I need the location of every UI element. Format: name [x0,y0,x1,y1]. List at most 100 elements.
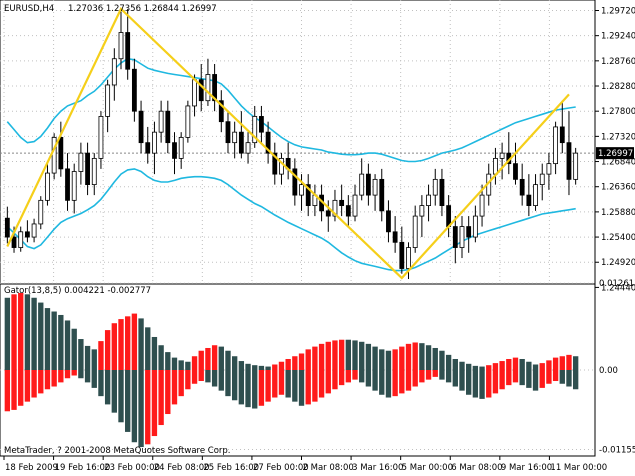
candle-bull [118,32,124,60]
gator-lower-bar [138,370,144,448]
gator-upper-bar [318,343,325,370]
gator-pane[interactable]: Gator(13,8,5) 0.004221 -0.002777 MetaTra… [0,282,596,457]
time-tick-label: 11 Mar 00:00 [550,463,607,473]
candle-bull [352,194,358,217]
gator-upper-bar [4,297,11,370]
gator-upper-bar [425,345,432,370]
gator-upper-bar [559,356,565,370]
candle-bull [98,116,104,159]
gator-lower-bar [425,370,432,380]
gator-upper-bar [278,361,285,370]
gator-lower-bar [539,370,545,388]
candle-bear [365,173,371,196]
gator-lower-bar [111,370,117,413]
gator-lower-bar [532,370,539,391]
gator-lower-bar [312,370,318,402]
gator-lower-bar [379,370,385,395]
candle-bull [178,137,184,159]
gator-lower-bar [546,370,552,384]
gator-upper-bar [572,356,579,370]
gator-lower-bar [191,370,198,384]
candle-bear [58,137,64,170]
candle-bull [539,173,545,186]
gator-lower-bar [305,370,311,405]
gator-lower-bar [318,370,325,398]
candle-bear [345,205,351,217]
candle-bull [205,74,211,102]
gator-lower-bar [78,370,84,379]
gator-upper-bar [24,294,31,370]
gator-upper-bar [165,352,171,370]
gator-upper-bar [118,319,124,370]
main-price-pane[interactable]: EURUSD,H4 1.27036 1.27356 1.26844 1.2699… [0,0,596,301]
gator-lower-bar [466,370,472,395]
gator-upper-bar [432,347,438,370]
gator-upper-bar [265,366,271,370]
gator-lower-bar [506,370,512,386]
gator-upper-bar [466,363,472,370]
gator-upper-bar [125,316,131,370]
gator-lower-bar [18,370,24,406]
gator-upper-bar [332,340,338,370]
metatrader-chart[interactable]: EURUSD,H4 1.27036 1.27356 1.26844 1.2699… [0,0,635,476]
candle-bull [426,194,431,206]
gator-upper-bar [18,292,24,370]
gator-upper-bar [51,311,57,370]
gator-upper-bar [506,358,512,370]
candle-bear [4,217,10,238]
gator-lower-bar [272,370,278,398]
gator-lower-bar [325,370,331,394]
price-tick-label: 1.26360 [601,183,635,193]
gator-upper-bar [472,365,479,370]
time-tick-label: 2 Mar 08:00 [303,463,354,473]
gator-lower-bar [459,370,465,391]
price-tick-label: 1.25880 [601,208,635,218]
gator-lower-bar [252,370,258,409]
gator-upper-bar [532,364,539,370]
gator-lower-bar [118,370,124,423]
time-tick-label: 25 Feb 16:00 [203,463,259,473]
time-tick-label: 5 Mar 00:00 [402,463,453,473]
gator-lower-bar [445,370,452,383]
price-tick-label: 1.27800 [601,107,635,117]
price-tick-label: 1.27320 [601,132,635,142]
gator-upper-bar [185,361,191,370]
candle-bull [158,110,164,133]
candle-bull [38,199,44,225]
gator-lower-bar [566,370,572,387]
gator-lower-bar [38,370,44,394]
gator-upper-bar [412,342,418,370]
gator-lower-bar [486,370,492,398]
price-tick-label: 1.28760 [601,57,635,67]
gator-lower-bar [439,370,445,380]
candle-bear [85,152,90,186]
gator-lower-bar [245,370,251,408]
gator-lower-bar [178,370,184,397]
time-tick-label: 3 Mar 16:00 [352,463,403,473]
gator-lower-bar [64,370,71,379]
candle-bear [131,68,137,112]
gator-lower-bar [359,370,365,383]
candle-bull [573,152,579,180]
candle-bull [479,194,485,217]
candle-bear [225,121,231,144]
gator-upper-bar [305,349,311,370]
gator-upper-bar [205,347,211,370]
gator-upper-bar [151,336,158,370]
gator-lower-bar [412,370,418,387]
gator-upper-bar [38,302,44,370]
gator-upper-bar [178,360,184,370]
gator-lower-bar [265,370,271,402]
gator-upper-bar [71,328,77,370]
candle-bull [432,178,438,196]
candle-bear [165,110,171,144]
gator-lower-bar [572,370,579,390]
candle-bear [138,110,144,144]
gator-lower-bar [104,370,111,405]
candle-bull [493,157,498,175]
candle-bull [105,84,111,117]
gator-lower-bar [392,370,398,397]
gator-upper-bar [11,294,17,370]
gator-upper-bar [145,327,151,370]
gator-lower-bar [559,370,565,384]
